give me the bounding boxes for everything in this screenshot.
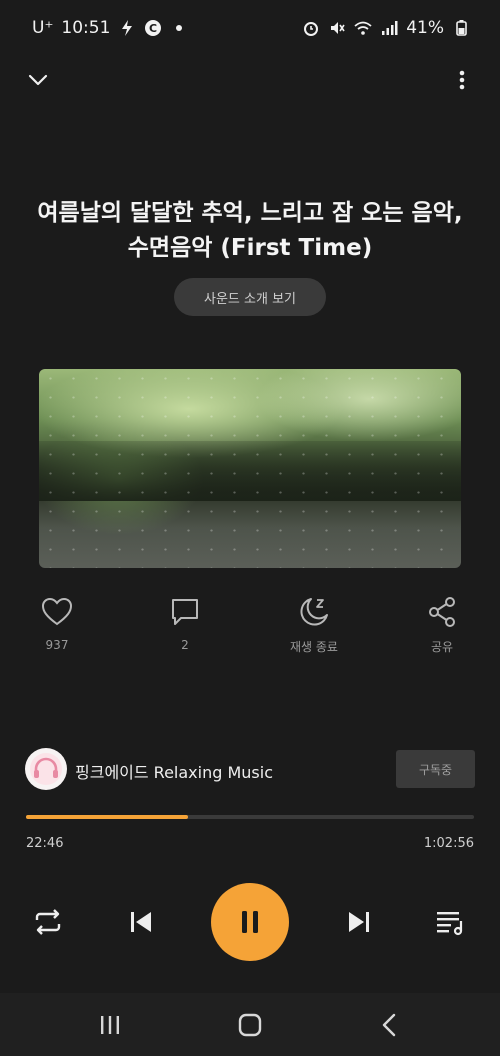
wifi-icon bbox=[354, 21, 372, 35]
channel-name[interactable]: 핑크에이드 Relaxing Music bbox=[75, 759, 273, 783]
previous-icon bbox=[131, 912, 151, 932]
progress-fill bbox=[26, 815, 189, 819]
status-right: 41% bbox=[302, 18, 470, 38]
recents-button[interactable] bbox=[90, 1005, 130, 1045]
recents-icon bbox=[101, 1016, 119, 1034]
dot-icon bbox=[176, 25, 183, 31]
sleep-timer-icon bbox=[300, 598, 328, 626]
comment-count: 2 bbox=[181, 638, 189, 652]
comment-action[interactable]: 2 bbox=[140, 594, 230, 652]
system-nav-bar bbox=[0, 993, 500, 1056]
track-title: 여름날의 달달한 추억, 느리고 잠 오는 음악, 수면음악 (First Ti… bbox=[37, 200, 463, 261]
clock: 10:51 bbox=[61, 18, 111, 38]
battery-icon bbox=[456, 20, 467, 36]
headphones-logo-icon bbox=[30, 753, 62, 785]
more-vertical-icon bbox=[459, 70, 465, 90]
battery-level: 41% bbox=[406, 18, 444, 38]
like-action[interactable]: 937 bbox=[12, 594, 102, 652]
playlist-icon bbox=[437, 912, 463, 936]
back-icon bbox=[382, 1013, 396, 1037]
mute-icon bbox=[331, 22, 345, 34]
back-button[interactable] bbox=[370, 1005, 410, 1045]
subscribe-button[interactable]: 구독중 bbox=[396, 750, 475, 788]
sleep-timer-action[interactable]: 재생 종료 bbox=[269, 594, 359, 655]
comment-icon bbox=[172, 599, 198, 625]
repeat-icon bbox=[35, 909, 61, 935]
chevron-down-icon bbox=[28, 74, 48, 86]
share-label: 공유 bbox=[430, 640, 454, 654]
playlist-button[interactable] bbox=[430, 902, 470, 942]
home-icon bbox=[238, 1013, 262, 1037]
svg-text:C: C bbox=[149, 22, 157, 35]
share-icon bbox=[429, 597, 455, 627]
pause-button[interactable] bbox=[211, 883, 289, 961]
status-left: U⁺ 10:51 C bbox=[32, 18, 188, 38]
previous-button[interactable] bbox=[120, 902, 160, 942]
video-thumbnail[interactable] bbox=[39, 369, 461, 568]
channel-avatar[interactable] bbox=[25, 748, 67, 790]
more-options-button[interactable] bbox=[442, 60, 482, 100]
signal-icon bbox=[382, 21, 398, 35]
channel-row: 핑크에이드 Relaxing Music 구독중 bbox=[25, 748, 475, 790]
share-action[interactable]: 공유 bbox=[397, 594, 487, 655]
next-icon bbox=[349, 912, 369, 932]
progress-bar[interactable] bbox=[26, 815, 474, 819]
sleep-timer-label: 재생 종료 bbox=[290, 640, 338, 654]
home-button[interactable] bbox=[230, 1005, 270, 1045]
collapse-button[interactable] bbox=[18, 60, 58, 100]
pause-icon bbox=[242, 911, 258, 933]
total-time: 1:02:56 bbox=[423, 836, 474, 851]
heart-icon bbox=[41, 597, 73, 626]
lightning-icon bbox=[122, 20, 133, 36]
c-badge-icon: C bbox=[145, 20, 162, 36]
current-time: 22:46 bbox=[26, 836, 64, 851]
repeat-button[interactable] bbox=[28, 902, 68, 942]
next-button[interactable] bbox=[340, 902, 380, 942]
carrier-label: U⁺ bbox=[32, 18, 54, 38]
status-bar: U⁺ 10:51 C 41% bbox=[0, 0, 500, 60]
thumbnail-rain bbox=[39, 369, 461, 568]
sound-intro-button[interactable]: 사운드 소개 보기 bbox=[174, 278, 326, 316]
alarm-icon bbox=[304, 22, 319, 36]
like-count: 937 bbox=[45, 638, 69, 652]
action-row: 937 2 재생 종료 공유 bbox=[0, 594, 500, 664]
